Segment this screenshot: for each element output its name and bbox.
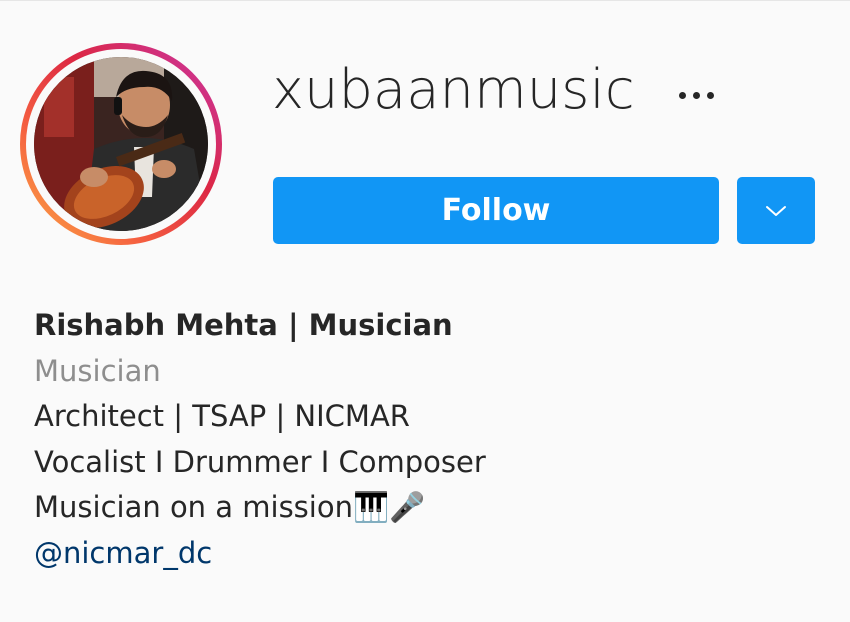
profile-username: xubaanmusic: [272, 58, 635, 121]
bio-line: Musician on a mission🎹🎤: [34, 490, 426, 524]
bio-category: Musician: [34, 353, 161, 388]
more-horizontal-icon-dot: [678, 91, 686, 99]
suggested-accounts-dropdown-button[interactable]: [737, 177, 815, 244]
profile-bio: Rishabh Mehta | Musician Musician Archit…: [34, 303, 814, 576]
bio-line: Architect | TSAP | NICMAR: [34, 399, 410, 433]
follow-button[interactable]: Follow: [273, 177, 719, 244]
chevron-down-icon: [766, 205, 786, 216]
avatar[interactable]: [34, 57, 208, 231]
bio-full-name: Rishabh Mehta | Musician: [34, 308, 453, 342]
more-horizontal-icon-dot: [706, 91, 714, 99]
more-horizontal-icon-dot: [692, 91, 700, 99]
avatar-photo: [34, 57, 208, 231]
follow-button-label: Follow: [441, 193, 551, 228]
avatar-story-ring[interactable]: [20, 43, 222, 245]
avatar-gap: [26, 49, 216, 239]
more-options-button[interactable]: [670, 83, 722, 107]
top-divider: [0, 0, 850, 1]
bio-mention-link[interactable]: @nicmar_dc: [34, 531, 814, 577]
bio-line: Vocalist I Drummer I Composer: [34, 444, 486, 479]
